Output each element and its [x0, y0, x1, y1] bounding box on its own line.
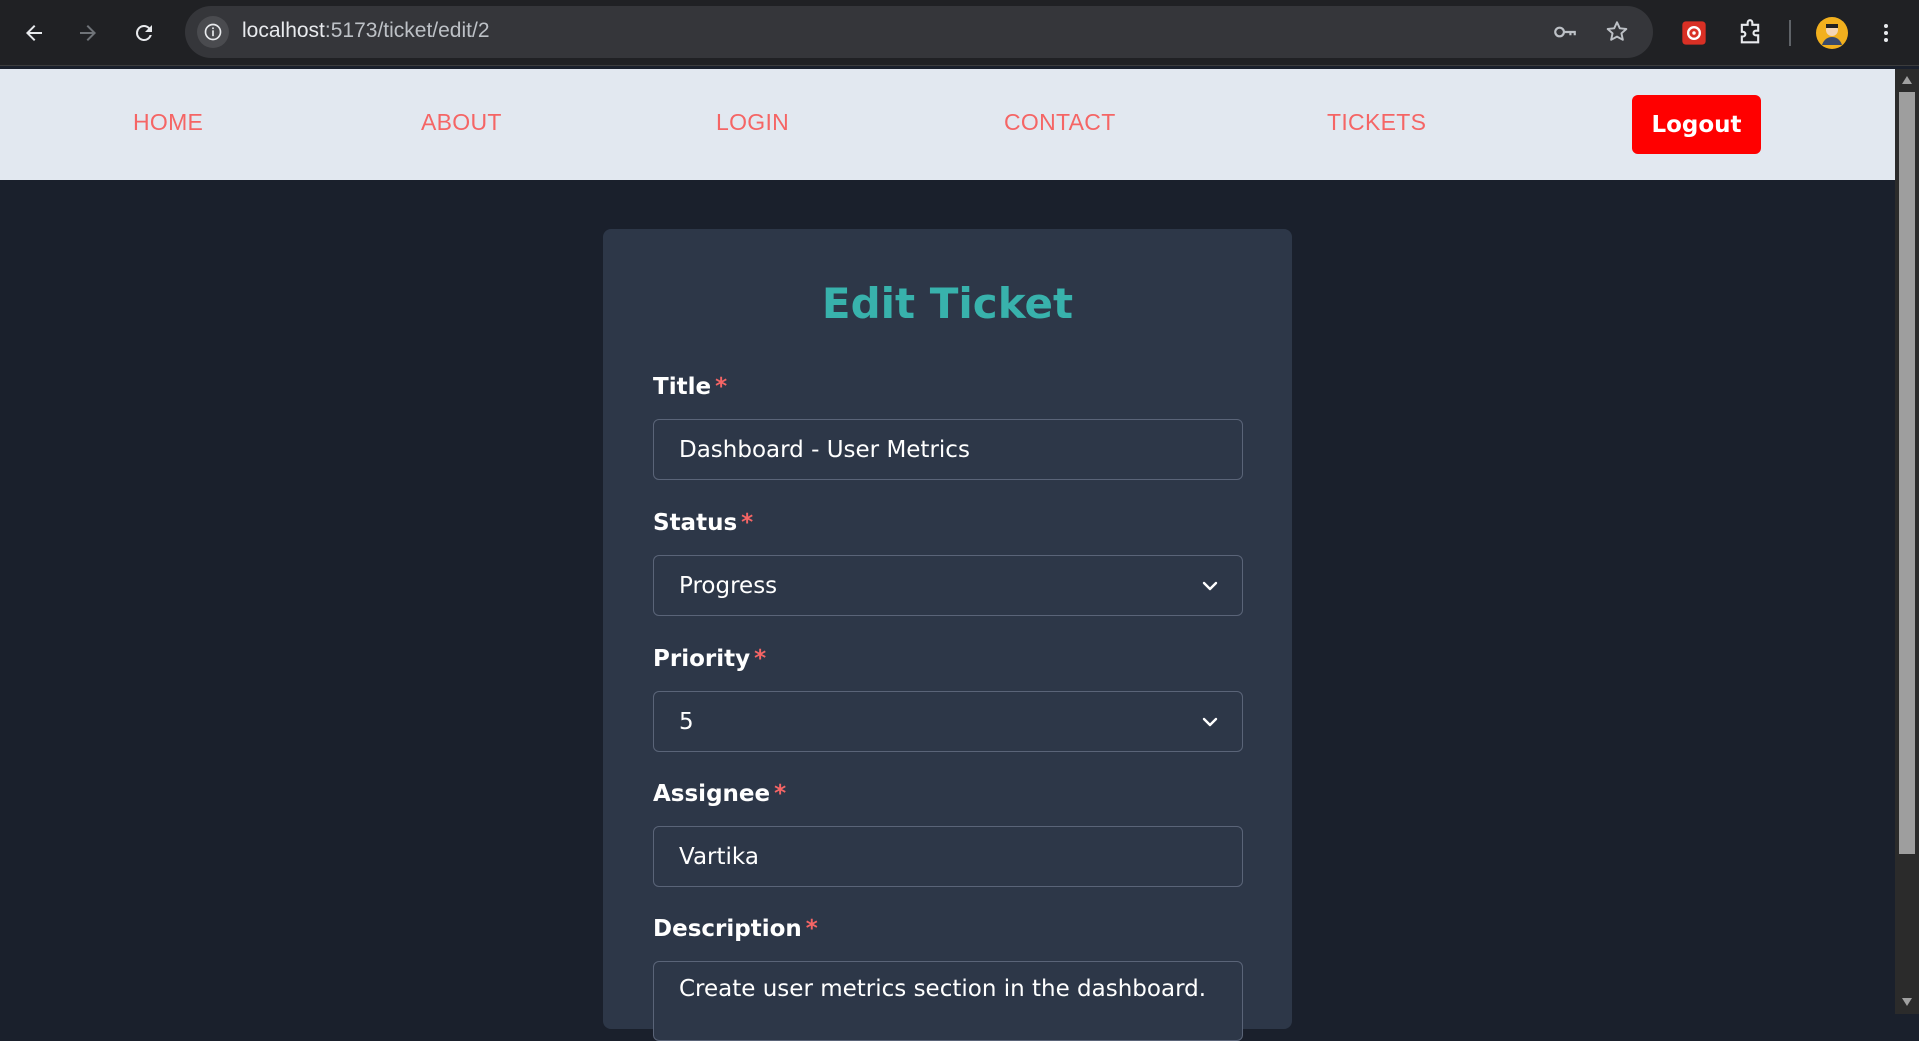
forward-button[interactable] [68, 13, 108, 53]
chevron-down-icon [1200, 576, 1220, 596]
address-bar[interactable]: localhost:5173/ticket/edit/2 [185, 6, 1653, 58]
priority-select[interactable]: 5 [653, 691, 1243, 752]
assignee-label-text: Assignee [653, 781, 771, 807]
nav-link-contact[interactable]: CONTACT [1004, 109, 1116, 136]
assignee-label: Assignee * [653, 781, 786, 807]
status-label-text: Status [653, 510, 738, 536]
nav-link-tickets[interactable]: TICKETS [1327, 109, 1426, 136]
priority-select-value: 5 [679, 708, 694, 735]
title-label-text: Title [653, 374, 712, 400]
description-label: Description * [653, 916, 818, 942]
reload-button[interactable] [124, 13, 164, 53]
toolbar-divider [1789, 20, 1791, 46]
chevron-down-icon [1200, 712, 1220, 732]
description-label-text: Description [653, 916, 802, 942]
scroll-down-arrow-icon[interactable] [1900, 995, 1914, 1009]
priority-label-text: Priority [653, 646, 751, 672]
title-input-value: Dashboard - User Metrics [679, 436, 970, 463]
url-text[interactable]: localhost:5173/ticket/edit/2 [242, 19, 490, 43]
back-button[interactable] [14, 13, 54, 53]
page-scrollbar[interactable] [1895, 69, 1919, 1014]
extensions-puzzle-icon[interactable] [1733, 16, 1767, 50]
status-select-value: Progress [679, 572, 778, 599]
scrollbar-thumb[interactable] [1899, 92, 1915, 854]
url-host: localhost [242, 19, 325, 42]
title-input[interactable]: Dashboard - User Metrics [653, 419, 1243, 480]
back-arrow-icon [26, 25, 42, 41]
status-label: Status * [653, 510, 753, 536]
scroll-up-arrow-icon[interactable] [1900, 73, 1914, 87]
bookmark-star-icon[interactable] [1603, 18, 1631, 46]
description-textarea-value: Create user metrics section in the dashb… [679, 976, 1207, 1002]
site-info-icon[interactable] [197, 16, 229, 48]
required-marker: * [774, 781, 787, 807]
title-label: Title * [653, 374, 727, 400]
forward-arrow-icon [80, 25, 96, 41]
required-marker: * [754, 646, 767, 672]
url-path: :5173/ticket/edit/2 [324, 19, 490, 42]
edit-ticket-form: Edit Ticket Title * Dashboard - User Metr… [603, 229, 1292, 1041]
profile-avatar-icon[interactable] [1815, 16, 1849, 50]
required-marker: * [741, 510, 754, 536]
assignee-input[interactable]: Vartika [653, 826, 1243, 887]
nav-link-home[interactable]: HOME [133, 109, 203, 136]
nav-link-login[interactable]: LOGIN [716, 109, 789, 136]
password-key-icon[interactable] [1551, 18, 1579, 46]
assignee-input-value: Vartika [679, 843, 759, 870]
description-textarea[interactable]: Create user metrics section in the dashb… [653, 961, 1243, 1041]
nav-link-about[interactable]: ABOUT [421, 109, 502, 136]
reload-icon [136, 25, 152, 41]
status-select[interactable]: Progress [653, 555, 1243, 616]
logout-button[interactable]: Logout [1632, 95, 1761, 154]
required-marker: * [805, 916, 818, 942]
chrome-menu-icon[interactable] [1869, 16, 1903, 50]
app-navbar: HOME ABOUT LOGIN CONTACT TICKETS Logout [0, 69, 1895, 180]
form-heading: Edit Ticket [821, 279, 1074, 328]
priority-label: Priority * [653, 646, 766, 672]
browser-toolbar: localhost:5173/ticket/edit/2 [0, 0, 1919, 66]
extension-icon[interactable] [1677, 16, 1711, 50]
required-marker: * [715, 374, 728, 400]
